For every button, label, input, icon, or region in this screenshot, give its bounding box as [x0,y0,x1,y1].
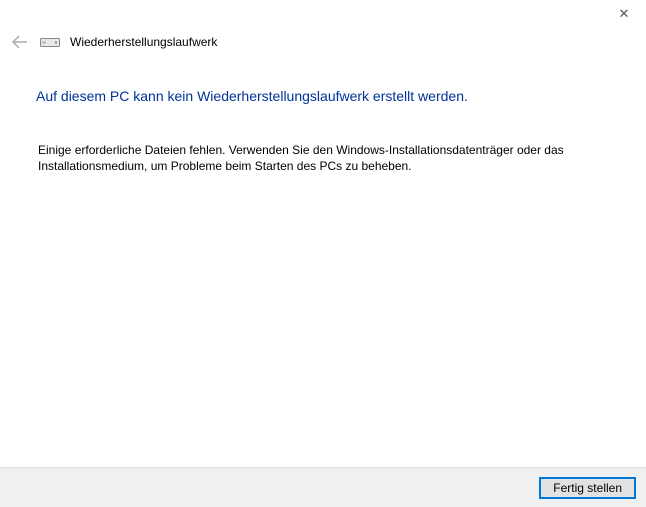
finish-button[interactable]: Fertig stellen [539,477,636,499]
arrow-left-icon [12,35,28,49]
title-bar: ✕ [0,0,646,28]
wizard-header: Wiederherstellungslaufwerk [0,28,646,60]
footer-bar: Fertig stellen [0,467,646,507]
close-icon: ✕ [619,6,630,22]
back-button[interactable] [10,32,30,52]
page-title: Auf diesem PC kann kein Wiederherstellun… [36,88,620,104]
content-area: Auf diesem PC kann kein Wiederherstellun… [0,60,646,174]
drive-icon [40,35,60,49]
close-button[interactable]: ✕ [610,4,638,24]
body-message: Einige erforderliche Dateien fehlen. Ver… [36,142,596,174]
window-title: Wiederherstellungslaufwerk [70,35,217,49]
